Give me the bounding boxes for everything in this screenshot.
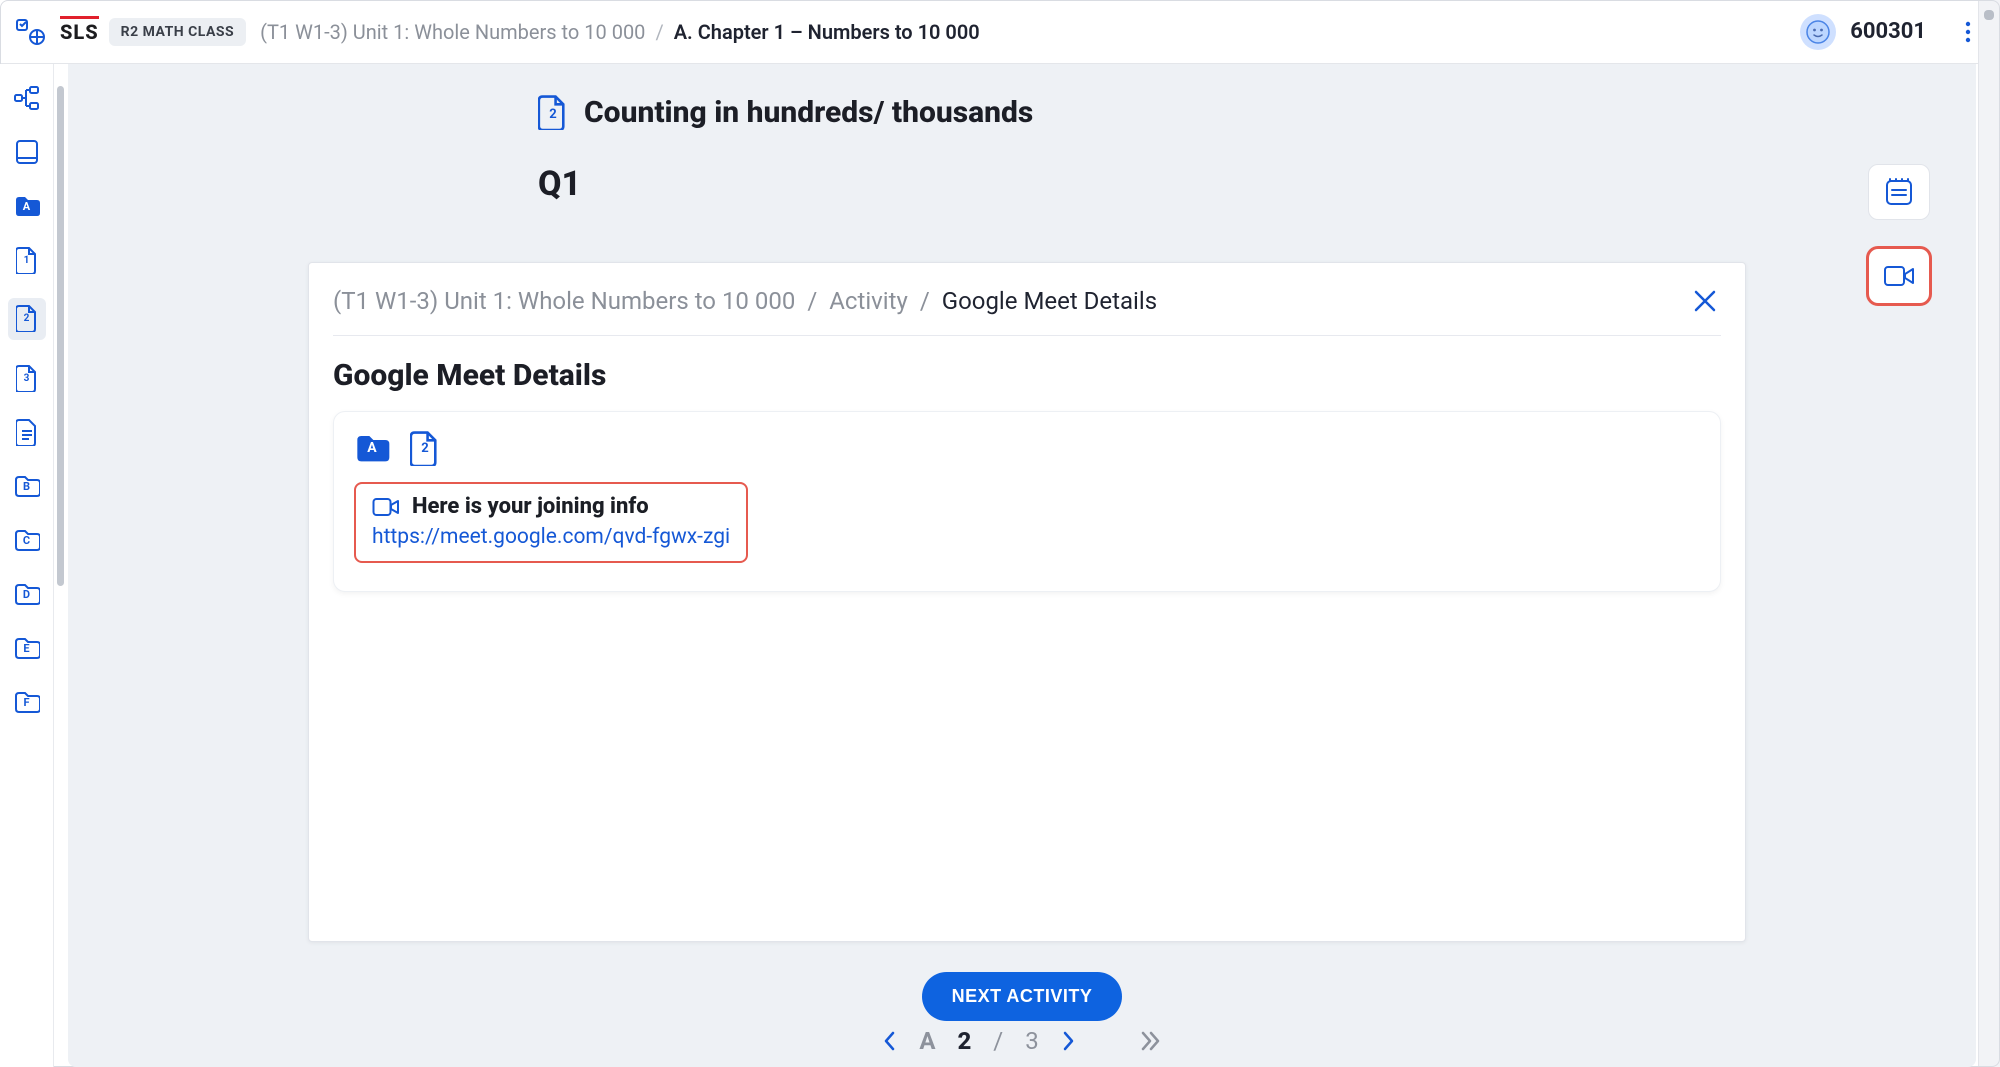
pager: A 2 / 3 bbox=[881, 1027, 1162, 1055]
book-icon[interactable] bbox=[12, 136, 42, 168]
nav-page-2-active[interactable]: 2 bbox=[8, 298, 46, 340]
user-id: 600301 bbox=[1850, 19, 1926, 44]
nav-page-1-label: 1 bbox=[24, 255, 30, 266]
footer: NEXT ACTIVITY A 2 / 3 bbox=[68, 972, 1976, 1055]
logo-sls[interactable]: SLS bbox=[60, 20, 99, 44]
nav-folder-b-label: B bbox=[23, 480, 30, 493]
avatar[interactable] bbox=[1800, 14, 1836, 50]
app-header: SLS R2 MATH CLASS (T1 W1-3) Unit 1: Whol… bbox=[0, 0, 2000, 64]
page-title-file-number: 2 bbox=[538, 107, 568, 122]
panel-crumb-unit[interactable]: (T1 W1-3) Unit 1: Whole Numbers to 10 00… bbox=[333, 287, 795, 315]
panel-header: (T1 W1-3) Unit 1: Whole Numbers to 10 00… bbox=[333, 285, 1721, 336]
header-right: 600301 bbox=[1800, 12, 1988, 52]
question-label: Q1 bbox=[68, 140, 1976, 204]
nav-page-1[interactable]: 1 bbox=[12, 244, 42, 276]
nav-folder-d[interactable]: D bbox=[12, 578, 42, 610]
meet-card: A 2 bbox=[333, 411, 1721, 592]
page-title-file-icon: 2 bbox=[538, 94, 568, 130]
meet-card-chips: A 2 bbox=[354, 430, 1700, 466]
breadcrumb-chapter[interactable]: A. Chapter 1 – Numbers to 10 000 bbox=[674, 20, 980, 44]
pager-current: 2 bbox=[957, 1027, 971, 1055]
nav-folder-b[interactable]: B bbox=[12, 470, 42, 502]
chip-page-2[interactable]: 2 bbox=[410, 430, 440, 466]
details-panel: (T1 W1-3) Unit 1: Whole Numbers to 10 00… bbox=[308, 262, 1746, 942]
nav-folder-a-label: A bbox=[23, 200, 30, 213]
chip-folder-a[interactable]: A bbox=[354, 430, 390, 466]
breadcrumb: (T1 W1-3) Unit 1: Whole Numbers to 10 00… bbox=[260, 20, 980, 44]
document-lines-icon[interactable] bbox=[12, 416, 42, 448]
nav-folder-e[interactable]: E bbox=[12, 632, 42, 664]
panel-crumb-sep: / bbox=[920, 287, 930, 315]
floating-tools bbox=[1868, 164, 1930, 304]
nav-folder-e-label: E bbox=[23, 642, 29, 655]
rail-scrollbar[interactable] bbox=[54, 64, 68, 744]
window-scrollbar-vertical[interactable] bbox=[1978, 0, 2000, 1067]
page-header: 2 Counting in hundreds/ thousands bbox=[68, 64, 1976, 140]
panel-breadcrumb: (T1 W1-3) Unit 1: Whole Numbers to 10 00… bbox=[333, 287, 1157, 315]
pager-section: A bbox=[919, 1027, 935, 1055]
nav-folder-a[interactable]: A bbox=[12, 190, 42, 222]
video-call-button[interactable] bbox=[1868, 248, 1930, 304]
meet-link[interactable]: https://meet.google.com/qvd-fgwx-zgi bbox=[372, 525, 730, 549]
last-page-icon[interactable] bbox=[1139, 1029, 1163, 1053]
next-activity-button[interactable]: NEXT ACTIVITY bbox=[922, 972, 1123, 1021]
prev-page-icon[interactable] bbox=[881, 1029, 897, 1053]
panel-crumb-activity[interactable]: Activity bbox=[829, 287, 908, 315]
nav-folder-c[interactable]: C bbox=[12, 524, 42, 556]
next-page-icon[interactable] bbox=[1061, 1029, 1077, 1053]
nav-page-2-label: 2 bbox=[24, 313, 30, 324]
notes-button[interactable] bbox=[1868, 164, 1930, 220]
join-info-box: Here is your joining info https://meet.g… bbox=[354, 482, 748, 563]
join-info-title: Here is your joining info bbox=[412, 494, 649, 519]
panel-heading: Google Meet Details bbox=[333, 358, 1721, 393]
content-area: 2 Counting in hundreds/ thousands Q1 (T1… bbox=[68, 64, 1976, 1067]
nav-folder-f[interactable]: F bbox=[12, 686, 42, 718]
nav-folder-f-label: F bbox=[23, 696, 29, 709]
left-nav-rail: A 1 2 3 B C bbox=[0, 64, 54, 1067]
nav-page-3-label: 3 bbox=[24, 373, 30, 384]
nav-folder-c-label: C bbox=[23, 534, 30, 547]
nav-page-3[interactable]: 3 bbox=[12, 362, 42, 394]
chip-folder-a-label: A bbox=[367, 440, 376, 456]
app-menu-icon[interactable] bbox=[12, 14, 48, 50]
panel-crumb-current: Google Meet Details bbox=[942, 287, 1157, 315]
pager-sep: / bbox=[993, 1027, 1003, 1055]
nav-folder-d-label: D bbox=[23, 588, 30, 601]
page-title: Counting in hundreds/ thousands bbox=[584, 95, 1033, 130]
breadcrumb-unit[interactable]: (T1 W1-3) Unit 1: Whole Numbers to 10 00… bbox=[260, 20, 645, 44]
class-badge[interactable]: R2 MATH CLASS bbox=[109, 18, 246, 46]
breadcrumb-separator: / bbox=[655, 20, 663, 44]
pager-total: 3 bbox=[1025, 1027, 1039, 1055]
panel-crumb-sep: / bbox=[807, 287, 817, 315]
outline-tree-icon[interactable] bbox=[12, 82, 42, 114]
close-icon[interactable] bbox=[1689, 285, 1721, 317]
chip-page-2-label: 2 bbox=[421, 441, 428, 456]
video-icon bbox=[372, 496, 400, 518]
